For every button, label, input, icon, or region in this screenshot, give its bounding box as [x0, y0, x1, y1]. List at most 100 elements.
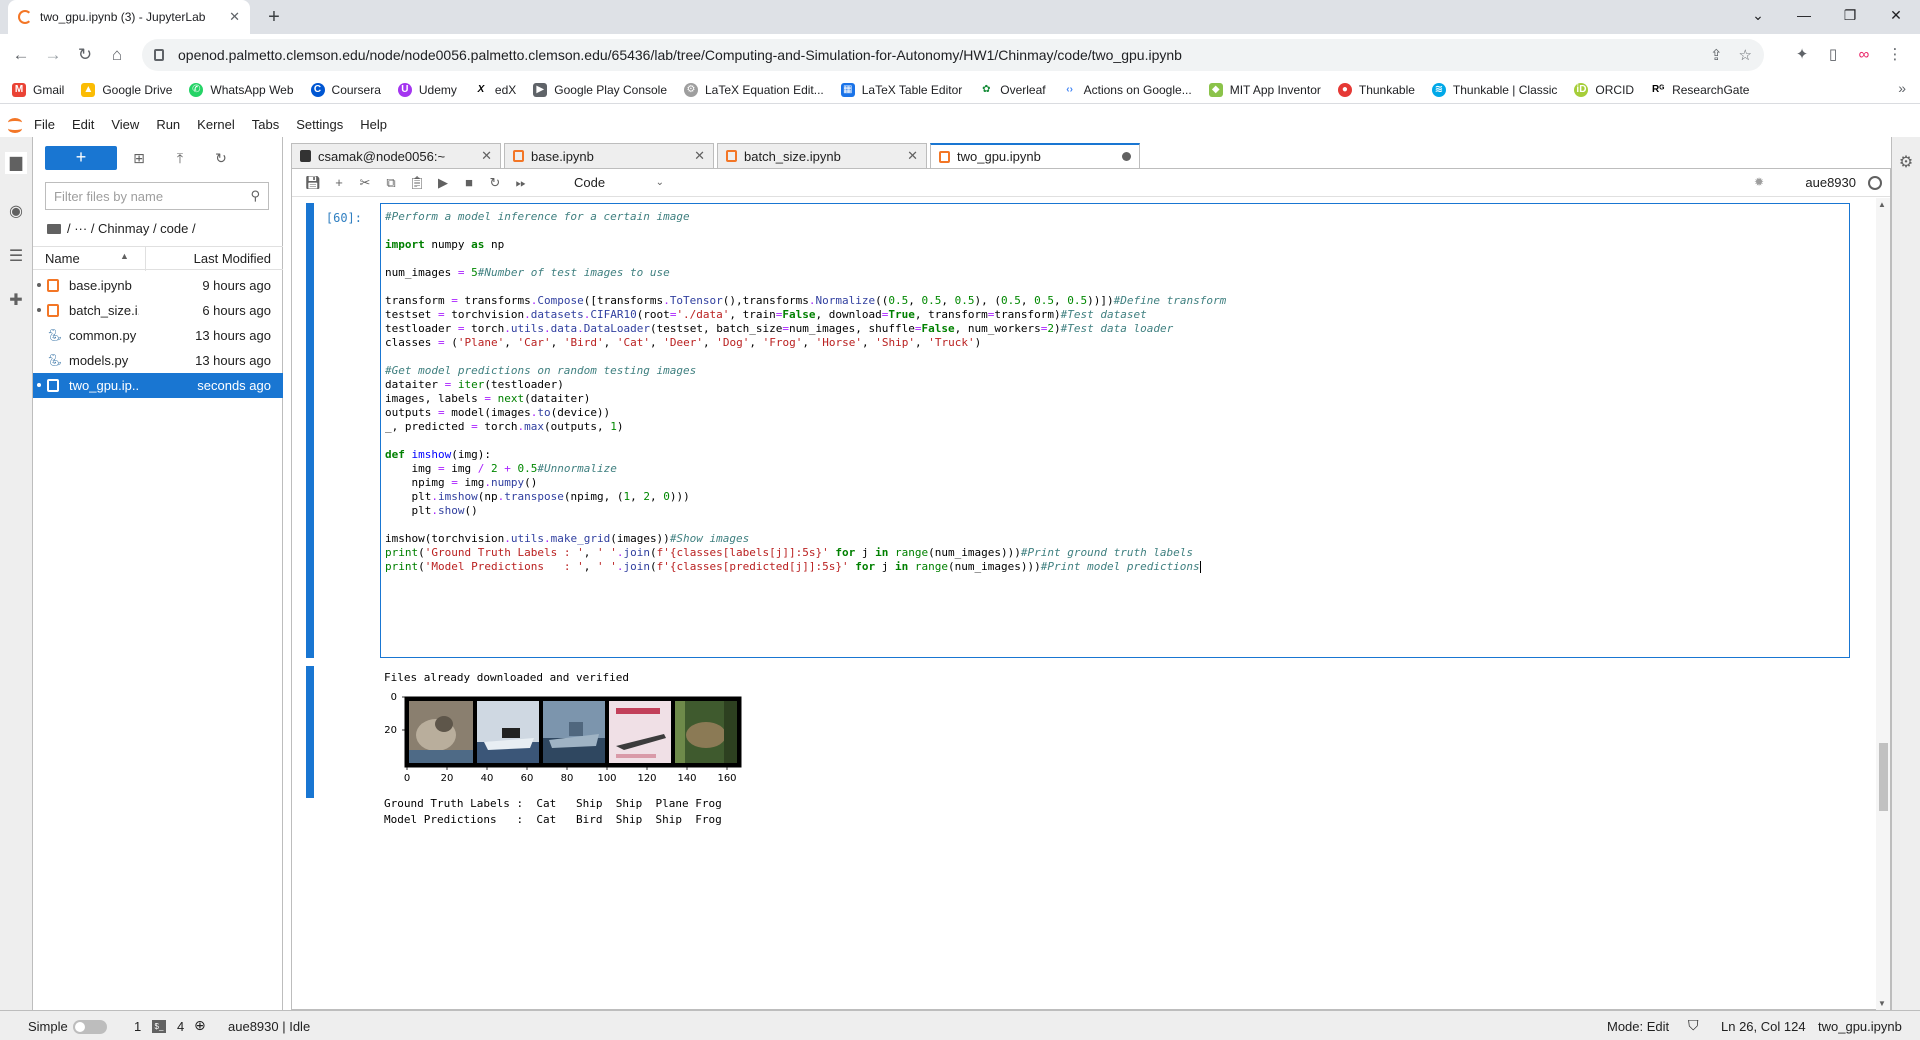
- simple-mode-toggle[interactable]: [73, 1020, 107, 1034]
- bookmark-overleaf[interactable]: ✿ Overleaf: [979, 82, 1046, 97]
- url-text[interactable]: openod.palmetto.clemson.edu/node/node005…: [178, 47, 1694, 63]
- bookmark-actions-on-google[interactable]: ‹› Actions on Google...: [1062, 82, 1192, 97]
- app-inventor-icon: ◆: [1208, 82, 1223, 97]
- shield-check-icon[interactable]: ⛉: [1688, 1017, 1699, 1034]
- bookmark-mit-app-inventor[interactable]: ◆ MIT App Inventor: [1208, 82, 1321, 97]
- paste-icon[interactable]: 📋︎: [408, 174, 426, 192]
- column-last-modified[interactable]: Last Modified: [194, 251, 271, 266]
- share-icon[interactable]: ⇪: [1710, 46, 1723, 64]
- new-launcher-button[interactable]: +: [45, 146, 117, 170]
- run-icon[interactable]: ▶: [434, 174, 452, 192]
- bookmark-thunkable-classic[interactable]: ≋ Thunkable | Classic: [1431, 82, 1557, 97]
- file-row[interactable]: base.ipynb 9 hours ago: [33, 273, 283, 298]
- bookmark-latex-equation[interactable]: ⚙ LaTeX Equation Edit...: [684, 82, 824, 97]
- input-collapser[interactable]: [306, 203, 314, 658]
- breadcrumb[interactable]: / ··· / Chinmay / code /: [47, 221, 196, 236]
- close-icon[interactable]: ✕: [694, 148, 705, 164]
- scroll-down-icon[interactable]: ▼: [1878, 999, 1886, 1008]
- restart-icon[interactable]: ↻: [486, 174, 504, 192]
- file-row[interactable]: batch_size.i... 6 hours ago: [33, 298, 283, 323]
- close-icon[interactable]: ✕: [907, 148, 918, 164]
- toc-icon[interactable]: ☰: [5, 246, 27, 268]
- bookmark-udemy[interactable]: U Udemy: [397, 82, 457, 97]
- scroll-up-icon[interactable]: ▲: [1878, 200, 1886, 209]
- file-row[interactable]: 🐍︎ models.py 13 hours ago: [33, 348, 283, 373]
- side-panel-icon[interactable]: ▯: [1822, 44, 1844, 66]
- kernel-name[interactable]: aue8930: [1805, 175, 1856, 190]
- minimize-button[interactable]: —: [1781, 0, 1827, 30]
- terminal-count[interactable]: 1: [134, 1019, 141, 1034]
- output-collapser[interactable]: [306, 666, 314, 798]
- bookmark-play-console[interactable]: ▶ Google Play Console: [533, 82, 667, 97]
- code-editor[interactable]: #Perform a model inference for a certain…: [380, 203, 1850, 658]
- menu-tabs[interactable]: Tabs: [252, 117, 279, 132]
- extensions-icon[interactable]: ✦: [1791, 44, 1813, 66]
- tab-batch-size[interactable]: batch_size.ipynb ✕: [717, 143, 927, 168]
- bookmark-researchgate[interactable]: Rᴳ ResearchGate: [1651, 82, 1749, 97]
- bookmark-edx[interactable]: XedX: [473, 82, 516, 97]
- bookmark-whatsapp[interactable]: ✆ WhatsApp Web: [189, 82, 294, 97]
- menu-edit[interactable]: Edit: [72, 117, 94, 132]
- refresh-icon[interactable]: ↻: [211, 148, 231, 168]
- browser-menu-icon[interactable]: ⋮: [1884, 44, 1906, 66]
- bookmark-coursera[interactable]: C Coursera: [310, 82, 381, 97]
- tab-search-icon[interactable]: ⌄: [1735, 0, 1781, 30]
- debugger-bug-icon[interactable]: ✹: [1754, 175, 1764, 189]
- forward-button[interactable]: →: [40, 42, 66, 68]
- bookmark-google-drive[interactable]: ▲ Google Drive: [81, 82, 172, 97]
- bookmark-latex-table[interactable]: ▦ LaTeX Table Editor: [840, 82, 962, 97]
- back-button[interactable]: ←: [8, 42, 34, 68]
- bookmark-orcid[interactable]: iD ORCID: [1574, 82, 1634, 97]
- menu-help[interactable]: Help: [360, 117, 387, 132]
- copy-icon[interactable]: ⧉: [382, 174, 400, 192]
- window-close-button[interactable]: ✕: [1873, 0, 1919, 30]
- menu-run[interactable]: Run: [156, 117, 180, 132]
- new-tab-button[interactable]: +: [260, 4, 288, 30]
- menu-settings[interactable]: Settings: [296, 117, 343, 132]
- omnibox[interactable]: openod.palmetto.clemson.edu/node/node005…: [142, 39, 1764, 71]
- bookmark-star-icon[interactable]: ☆: [1739, 46, 1752, 64]
- notebook-scrollbar[interactable]: ▲ ▼: [1876, 198, 1890, 1010]
- notebook-content[interactable]: [60]: #Perform a model inference for a c…: [292, 198, 1890, 1010]
- add-cell-icon[interactable]: +: [330, 174, 348, 192]
- stop-icon[interactable]: ■: [460, 174, 478, 192]
- upload-icon[interactable]: ⤒: [170, 148, 190, 168]
- cell-type-select[interactable]: Code ⌄: [574, 173, 664, 193]
- cursor-position[interactable]: Ln 26, Col 124: [1721, 1019, 1806, 1034]
- restore-button[interactable]: ❐: [1827, 0, 1873, 30]
- close-icon[interactable]: ✕: [481, 148, 492, 164]
- folder-icon[interactable]: ▆: [5, 152, 27, 174]
- file-row[interactable]: 🐍︎ common.py 13 hours ago: [33, 323, 283, 348]
- fast-forward-icon[interactable]: ⏩︎: [512, 174, 530, 192]
- close-icon[interactable]: ✕: [229, 9, 240, 25]
- menu-view[interactable]: View: [111, 117, 139, 132]
- column-name[interactable]: Name: [45, 251, 80, 266]
- unsaved-dot-icon[interactable]: [1122, 152, 1131, 161]
- mode-indicator[interactable]: Mode: Edit: [1607, 1019, 1669, 1034]
- new-folder-icon[interactable]: ⊞: [129, 148, 149, 168]
- x-tick-label: 0: [404, 773, 410, 784]
- browser-tab[interactable]: two_gpu.ipynb (3) - JupyterLab ✕: [8, 0, 250, 34]
- bookmark-thunkable[interactable]: ● Thunkable: [1337, 82, 1415, 97]
- file-row-selected[interactable]: two_gpu.ip... seconds ago: [33, 373, 283, 398]
- tab-two-gpu[interactable]: two_gpu.ipynb: [930, 143, 1140, 168]
- profile-icon[interactable]: ∞: [1853, 44, 1875, 66]
- tab-terminal[interactable]: csamak@node0056:~ ✕: [291, 143, 501, 168]
- menu-kernel[interactable]: Kernel: [197, 117, 235, 132]
- property-inspector-gear-icon[interactable]: ⚙: [1895, 152, 1917, 174]
- home-button[interactable]: ⌂: [104, 42, 130, 68]
- extension-puzzle-icon[interactable]: ✚: [5, 290, 27, 312]
- kernel-count[interactable]: 4: [177, 1019, 184, 1034]
- scrollbar-thumb[interactable]: [1879, 743, 1888, 811]
- menu-file[interactable]: File: [34, 117, 55, 132]
- bookmark-gmail[interactable]: M Gmail: [12, 82, 64, 97]
- bookmarks-overflow-icon[interactable]: »: [1898, 80, 1906, 96]
- cut-icon[interactable]: ✂: [356, 174, 374, 192]
- code-text[interactable]: #Perform a model inference for a certain…: [385, 210, 1845, 574]
- save-icon[interactable]: 💾︎: [304, 174, 322, 192]
- reload-button[interactable]: ↻: [72, 42, 98, 68]
- tab-base[interactable]: base.ipynb ✕: [504, 143, 714, 168]
- kernel-status[interactable]: aue8930 | Idle: [228, 1019, 310, 1034]
- running-icon[interactable]: ◉: [5, 201, 27, 223]
- filter-input[interactable]: [54, 188, 251, 204]
